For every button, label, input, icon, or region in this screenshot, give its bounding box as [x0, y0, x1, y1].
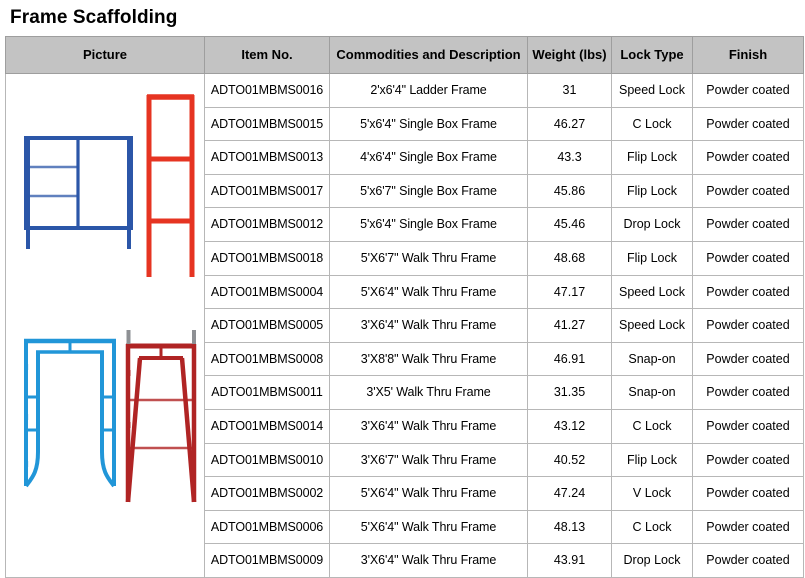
cell-finish: Powder coated: [692, 442, 804, 478]
red-ladder-frame-image: [146, 94, 195, 277]
cell-description: 3'X5' Walk Thru Frame: [329, 375, 528, 410]
cell-weight: 47.24: [527, 476, 612, 511]
cell-weight: 31: [527, 73, 612, 108]
cell-finish: Powder coated: [692, 173, 804, 209]
cell-item-no: ADTO01MBMS0002: [204, 476, 330, 511]
cell-lock-type: Flip Lock: [611, 173, 693, 209]
cell-lock-type: Speed Lock: [611, 308, 693, 343]
cell-item-no: ADTO01MBMS0015: [204, 106, 330, 142]
column-header-weight: Weight (lbs): [527, 36, 612, 74]
cell-item-no: ADTO01MBMS0004: [204, 274, 330, 310]
picture-cell: [5, 73, 205, 578]
cell-lock-type: Drop Lock: [611, 207, 693, 242]
cell-item-no: ADTO01MBMS0012: [204, 207, 330, 242]
cell-lock-type: C Lock: [611, 408, 693, 444]
cell-weight: 41.27: [527, 308, 612, 343]
cell-finish: Powder coated: [692, 73, 804, 108]
cell-finish: Powder coated: [692, 509, 804, 545]
cell-description: 3'X6'7" Walk Thru Frame: [329, 442, 528, 478]
frame-scaffolding-table-container: Picture Item No. Commodities and Descrip…: [5, 36, 804, 578]
cell-item-no: ADTO01MBMS0011: [204, 375, 330, 410]
cell-weight: 31.35: [527, 375, 612, 410]
column-header-description: Commodities and Description: [329, 36, 528, 74]
dark-red-walk-thru-frame-image: [125, 329, 197, 503]
cell-item-no: ADTO01MBMS0017: [204, 173, 330, 209]
cell-lock-type: Flip Lock: [611, 240, 693, 276]
cell-finish: Powder coated: [692, 207, 804, 242]
cell-weight: 43.3: [527, 140, 612, 175]
product-spec-page: Frame Scaffolding Picture Item No. Commo…: [0, 0, 805, 578]
cell-weight: 40.52: [527, 442, 612, 478]
cell-item-no: ADTO01MBMS0009: [204, 543, 330, 578]
table-header-row: Picture Item No. Commodities and Descrip…: [5, 36, 804, 74]
cell-finish: Powder coated: [692, 543, 804, 578]
cell-lock-type: Speed Lock: [611, 73, 693, 108]
cell-item-no: ADTO01MBMS0006: [204, 509, 330, 545]
cell-lock-type: Snap-on: [611, 341, 693, 377]
cell-weight: 46.27: [527, 106, 612, 142]
walk-thru-frame-picture-block: [7, 326, 203, 570]
table-header: Picture Item No. Commodities and Descrip…: [5, 36, 804, 74]
column-header-finish: Finish: [692, 36, 804, 74]
cell-weight: 47.17: [527, 274, 612, 310]
cell-lock-type: C Lock: [611, 106, 693, 142]
cell-weight: 46.91: [527, 341, 612, 377]
cell-lock-type: C Lock: [611, 509, 693, 545]
cell-weight: 48.13: [527, 509, 612, 545]
cell-description: 5'X6'4" Walk Thru Frame: [329, 274, 528, 310]
cell-weight: 43.91: [527, 543, 612, 578]
cell-description: 3'X6'4" Walk Thru Frame: [329, 308, 528, 343]
table-row: ADTO01MBMS0016 2'x6'4" Ladder Frame 31 Spee…: [5, 73, 804, 578]
cell-item-no: ADTO01MBMS0010: [204, 442, 330, 478]
cell-finish: Powder coated: [692, 308, 804, 343]
light-blue-walk-thru-frame-image: [24, 338, 116, 488]
cell-description: 4'x6'4" Single Box Frame: [329, 140, 528, 175]
column-header-lock-type: Lock Type: [611, 36, 693, 74]
cell-description: 3'X6'4" Walk Thru Frame: [329, 408, 528, 444]
cell-description: 5'x6'4" Single Box Frame: [329, 106, 528, 142]
cell-weight: 45.46: [527, 207, 612, 242]
cell-lock-type: Drop Lock: [611, 543, 693, 578]
cell-description: 5'X6'4" Walk Thru Frame: [329, 476, 528, 511]
cell-description: 5'x6'4" Single Box Frame: [329, 207, 528, 242]
table-body: ADTO01MBMS0016 2'x6'4" Ladder Frame 31 Spee…: [5, 73, 804, 578]
cell-item-no: ADTO01MBMS0018: [204, 240, 330, 276]
cell-finish: Powder coated: [692, 106, 804, 142]
cell-lock-type: Flip Lock: [611, 442, 693, 478]
cell-item-no: ADTO01MBMS0005: [204, 308, 330, 343]
cell-finish: Powder coated: [692, 476, 804, 511]
cell-description: 3'X8'8" Walk Thru Frame: [329, 341, 528, 377]
cell-finish: Powder coated: [692, 341, 804, 377]
page-title: Frame Scaffolding: [10, 7, 178, 28]
cell-finish: Powder coated: [692, 274, 804, 310]
blue-ladder-frame-image: [24, 135, 133, 249]
cell-finish: Powder coated: [692, 140, 804, 175]
cell-item-no: ADTO01MBMS0016: [204, 73, 330, 108]
frame-scaffolding-table: Picture Item No. Commodities and Descrip…: [5, 36, 804, 578]
cell-lock-type: Speed Lock: [611, 274, 693, 310]
column-header-picture: Picture: [5, 36, 205, 74]
cell-weight: 45.86: [527, 173, 612, 209]
cell-weight: 43.12: [527, 408, 612, 444]
cell-description: 2'x6'4" Ladder Frame: [329, 73, 528, 108]
cell-item-no: ADTO01MBMS0013: [204, 140, 330, 175]
cell-lock-type: Flip Lock: [611, 140, 693, 175]
ladder-frames-svg: [24, 94, 195, 277]
cell-weight: 48.68: [527, 240, 612, 276]
cell-lock-type: V Lock: [611, 476, 693, 511]
cell-item-no: ADTO01MBMS0014: [204, 408, 330, 444]
cell-item-no: ADTO01MBMS0008: [204, 341, 330, 377]
cell-finish: Powder coated: [692, 408, 804, 444]
cell-description: 5'x6'7" Single Box Frame: [329, 173, 528, 209]
cell-lock-type: Snap-on: [611, 375, 693, 410]
walk-thru-frames-svg: [24, 329, 197, 503]
cell-finish: Powder coated: [692, 240, 804, 276]
cell-finish: Powder coated: [692, 375, 804, 410]
scaffolding-picture-group: [7, 81, 203, 570]
ladder-frame-picture-block: [7, 81, 203, 325]
cell-description: 5'X6'7" Walk Thru Frame: [329, 240, 528, 276]
cell-description: 3'X6'4" Walk Thru Frame: [329, 543, 528, 578]
column-header-item-no: Item No.: [204, 36, 330, 74]
cell-description: 5'X6'4" Walk Thru Frame: [329, 509, 528, 545]
